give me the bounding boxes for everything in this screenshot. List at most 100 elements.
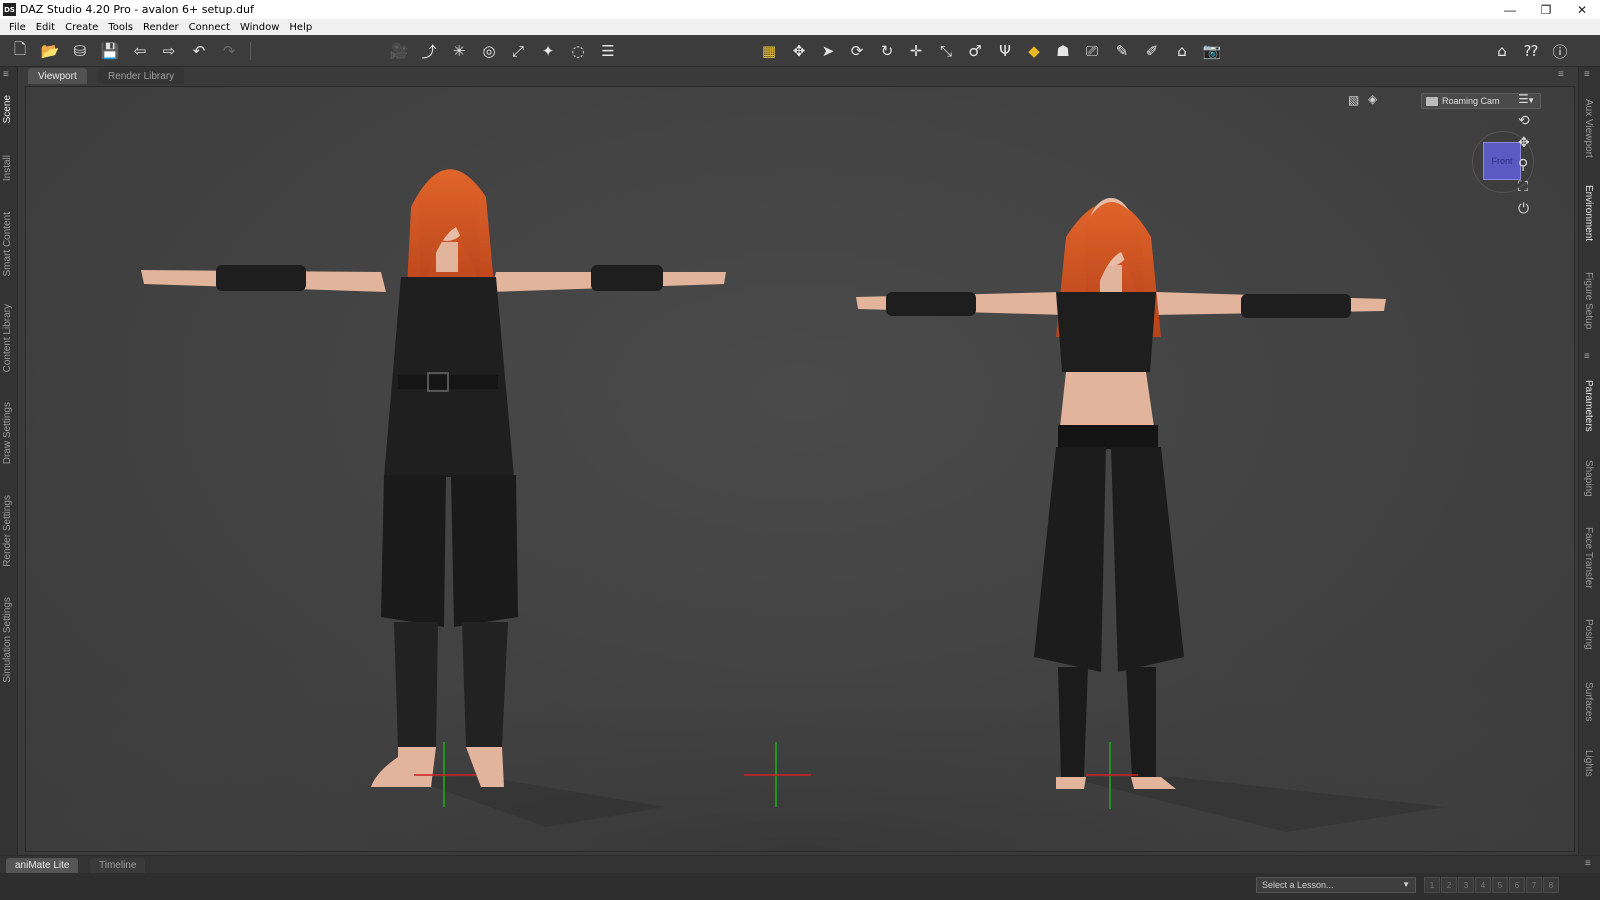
restore-button[interactable]: ❐	[1528, 0, 1564, 19]
tab-install[interactable]: Install	[2, 155, 13, 181]
tab-face-transfer[interactable]: Face Transfer	[1583, 527, 1594, 589]
align-icon[interactable]: ☰	[597, 40, 619, 62]
orbit-icon[interactable]: ⟲	[1518, 113, 1530, 129]
menu-bar: File Edit Create Tools Render Connect Wi…	[0, 19, 1600, 35]
view-cube[interactable]: Front	[1483, 142, 1521, 180]
menu-edit[interactable]: Edit	[31, 22, 60, 33]
tab-scene[interactable]: Scene	[2, 95, 13, 123]
import-icon[interactable]: ⇦	[129, 40, 151, 62]
tab-lights[interactable]: Lights	[1583, 750, 1594, 777]
new-file-icon[interactable]: 🗋	[9, 40, 31, 62]
display-optimization-icon[interactable]: ▧	[1348, 93, 1359, 107]
joint-editor-icon[interactable]: Ψ	[994, 40, 1016, 62]
tab-render-settings[interactable]: Render Settings	[2, 495, 13, 567]
scene-render	[26, 169, 1574, 851]
title-bar: DS DAZ Studio 4.20 Pro - avalon 6+ setup…	[0, 0, 1600, 19]
null-node-icon[interactable]: ✦	[537, 40, 559, 62]
viewport-grid-icon[interactable]: ▦	[758, 40, 780, 62]
rotate-tool-icon[interactable]: ⟳	[846, 40, 868, 62]
tab-figure-setup[interactable]: Figure Setup	[1583, 272, 1594, 329]
spot-light-icon[interactable]: ◎	[478, 40, 500, 62]
lesson-step-5[interactable]: 5	[1492, 877, 1508, 893]
redo-icon[interactable]: ↷	[218, 40, 240, 62]
lesson-step-7[interactable]: 7	[1526, 877, 1542, 893]
scale-tool-icon[interactable]: ⤡	[935, 40, 957, 62]
whats-this-icon[interactable]: ⁇	[1520, 40, 1542, 62]
lesson-step-4[interactable]: 4	[1475, 877, 1491, 893]
tab-draw-settings[interactable]: Draw Settings	[2, 402, 13, 464]
menu-tools[interactable]: Tools	[103, 22, 138, 33]
create-camera-icon[interactable]: 🎥	[388, 40, 410, 62]
tab-animate-lite[interactable]: aniMate Lite	[6, 858, 79, 873]
right-pane-tabs: ≡ Aux Viewport Environment Figure Setup …	[1578, 67, 1600, 855]
pane-menu-icon[interactable]: ≡	[3, 70, 15, 80]
linear-light-icon[interactable]: ⤢	[507, 40, 529, 62]
tab-content-library[interactable]: Content Library	[2, 304, 13, 372]
tab-viewport[interactable]: Viewport	[28, 68, 87, 84]
minimize-button[interactable]: —	[1492, 0, 1528, 19]
close-button[interactable]: ✕	[1564, 0, 1600, 19]
spot-render-icon[interactable]: ✎	[1111, 40, 1133, 62]
lesson-step-2[interactable]: 2	[1441, 877, 1457, 893]
export-icon[interactable]: ⇨	[158, 40, 180, 62]
tab-render-library[interactable]: Render Library	[98, 68, 185, 84]
tab-smart-content[interactable]: Smart Content	[2, 212, 13, 276]
lesson-step-6[interactable]: 6	[1509, 877, 1525, 893]
merge-file-icon[interactable]: ⛁	[69, 40, 91, 62]
render-camera-icon[interactable]: ⎚	[1081, 40, 1103, 62]
drawstyle-icon[interactable]: ◈	[1368, 92, 1377, 106]
menu-render[interactable]: Render	[138, 22, 184, 33]
tab-environment[interactable]: Environment	[1583, 185, 1594, 241]
primitive-icon[interactable]: ◌	[567, 40, 589, 62]
menu-window[interactable]: Window	[235, 22, 284, 33]
pan-icon[interactable]: ✥	[1518, 135, 1530, 151]
tab-aux-viewport[interactable]: Aux Viewport	[1583, 99, 1594, 158]
lesson-select[interactable]: Select a Lesson... ▼	[1256, 877, 1416, 893]
tab-timeline[interactable]: Timeline	[90, 858, 146, 873]
pane-menu-icon[interactable]: ≡	[1558, 70, 1570, 80]
camera-icon	[1426, 96, 1438, 106]
surface-selection-icon[interactable]: ◆	[1023, 40, 1045, 62]
undo-icon[interactable]: ↶	[188, 40, 210, 62]
active-pose-icon[interactable]: ♂	[964, 40, 986, 62]
viewport-menu-icon[interactable]: ☰	[1518, 92, 1529, 106]
menu-help[interactable]: Help	[284, 22, 317, 33]
pane-menu-icon[interactable]: ≡	[1584, 70, 1596, 80]
save-icon[interactable]: 💾	[99, 40, 121, 62]
reset-view-icon[interactable]: ⏻	[1518, 201, 1529, 217]
translate-tool-icon[interactable]: ✛	[905, 40, 927, 62]
lesson-select-label: Select a Lesson...	[1262, 880, 1334, 890]
chevron-down-icon: ▼	[1402, 880, 1410, 889]
node-selection-icon[interactable]: ➤	[817, 40, 839, 62]
open-file-icon[interactable]: 📂	[39, 40, 61, 62]
lesson-step-3[interactable]: 3	[1458, 877, 1474, 893]
tab-parameters[interactable]: Parameters	[1583, 380, 1594, 432]
rotation-icon[interactable]: ↻	[876, 40, 898, 62]
tab-surfaces[interactable]: Surfaces	[1583, 682, 1594, 721]
daz-home-icon[interactable]: ⌂	[1491, 40, 1513, 62]
distant-light-icon[interactable]: ⤴	[418, 40, 440, 62]
menu-connect[interactable]: Connect	[184, 22, 235, 33]
tab-posing[interactable]: Posing	[1583, 619, 1594, 650]
point-light-icon[interactable]: ✳	[448, 40, 470, 62]
menu-file[interactable]: File	[4, 22, 31, 33]
bottom-pane-tabs: aniMate Lite Timeline ≡	[0, 855, 1600, 873]
render-icon[interactable]: 📷	[1201, 40, 1223, 62]
frame-icon[interactable]: ⛶	[1518, 179, 1528, 195]
status-bar: Select a Lesson... ▼ 1 2 3 4 5 6 7 8	[0, 873, 1600, 900]
tab-shaping[interactable]: Shaping	[1583, 460, 1594, 497]
pane-menu-icon[interactable]: ≡	[1585, 859, 1597, 869]
tab-simulation-settings[interactable]: Simulation Settings	[2, 597, 13, 683]
zoom-icon[interactable]: ⚲	[1518, 157, 1528, 173]
help-icon[interactable]: ⓘ	[1549, 40, 1571, 62]
geometry-editor-icon[interactable]: ☗	[1052, 40, 1074, 62]
menu-create[interactable]: Create	[60, 22, 103, 33]
node-weight-icon[interactable]: ✐	[1141, 40, 1163, 62]
window-title: DAZ Studio 4.20 Pro - avalon 6+ setup.du…	[20, 3, 254, 16]
viewport[interactable]: ▧ ◈ Roaming Cam ▼ ☰ Front ⟲ ✥ ⚲ ⛶ ⏻	[25, 86, 1575, 852]
render-settings-icon[interactable]: ⌂	[1171, 40, 1193, 62]
lesson-step-8[interactable]: 8	[1543, 877, 1559, 893]
pane-menu-icon[interactable]: ≡	[1584, 352, 1596, 362]
universal-tool-icon[interactable]: ✥	[788, 40, 810, 62]
lesson-step-1[interactable]: 1	[1424, 877, 1440, 893]
